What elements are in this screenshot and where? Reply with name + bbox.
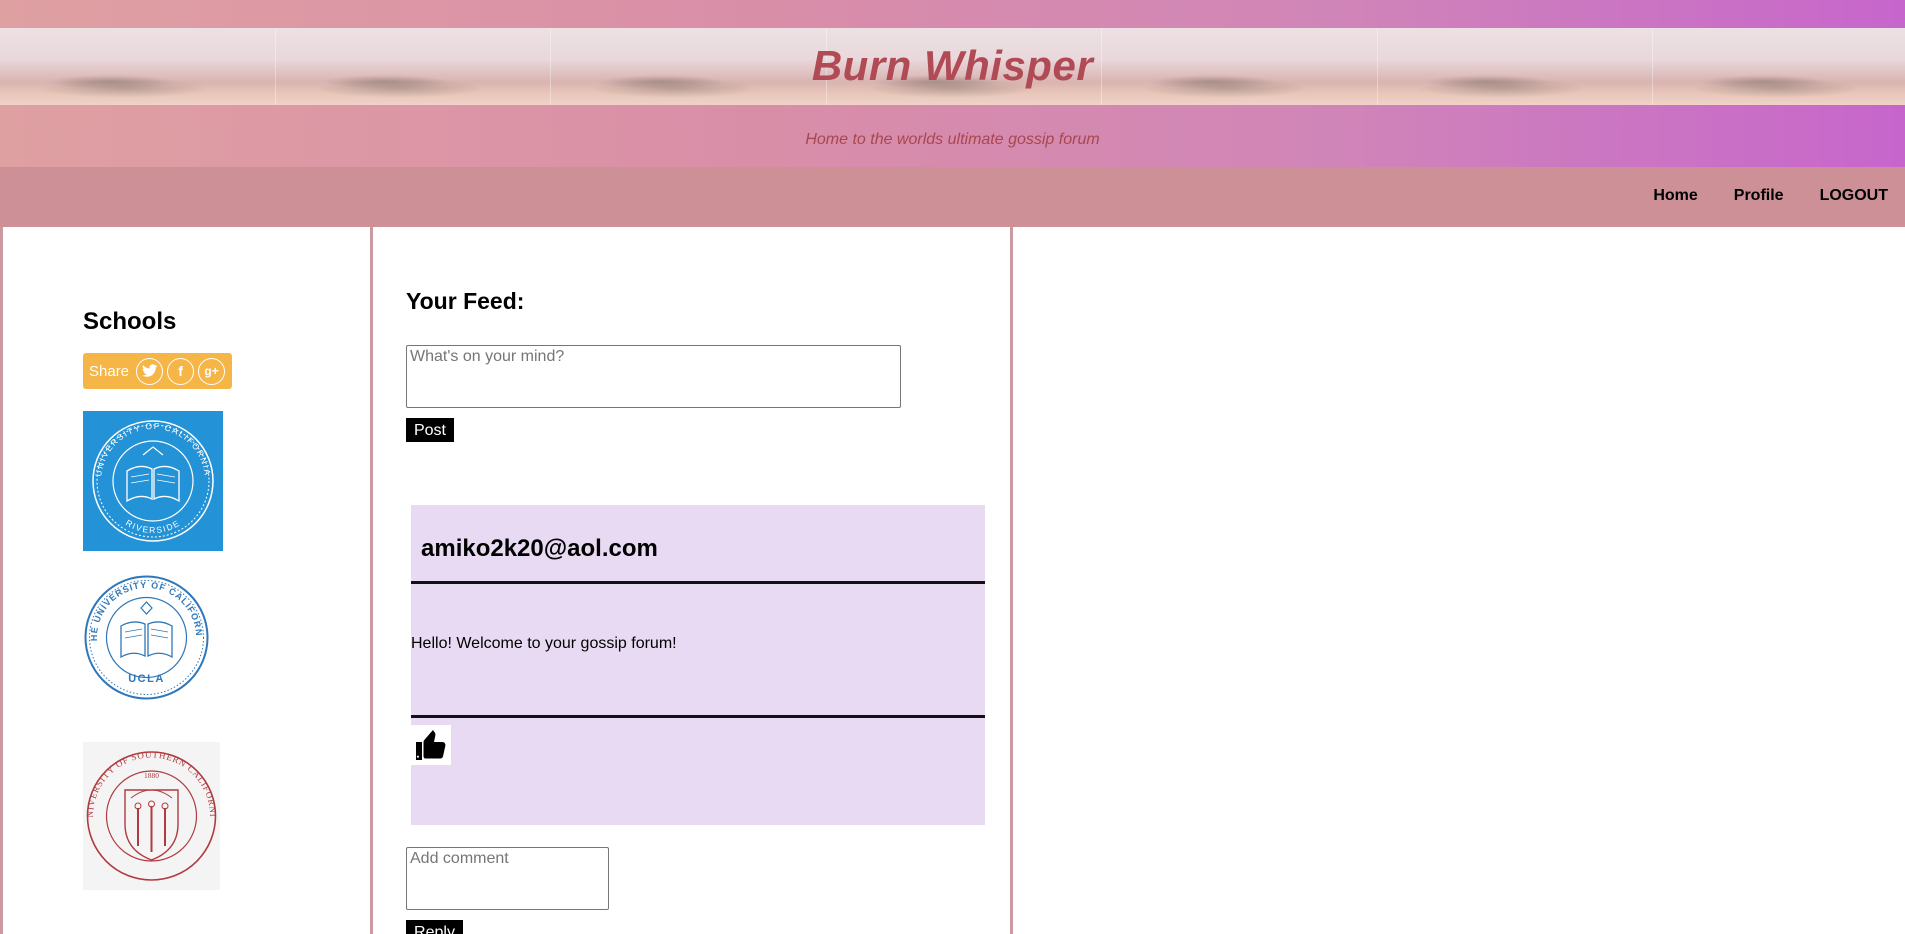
post-divider-bottom <box>411 715 985 718</box>
navbar <box>0 167 1905 227</box>
page: Burn Whisper Home to the worlds ultimate… <box>0 0 1905 934</box>
right-column <box>1013 227 1905 934</box>
google-plus-icon[interactable]: g+ <box>198 357 226 385</box>
thumbs-up-icon[interactable] <box>411 725 451 765</box>
post-button[interactable]: Post <box>406 418 454 442</box>
share-label: Share <box>89 362 130 380</box>
site-title: Burn Whisper <box>811 42 1094 89</box>
usc-seal-image[interactable]: 1880 UNIVERSITY OF SOUTHERN CALIFORNIA <box>79 734 220 890</box>
post-card: amiko2k20@aol.com Hello! Welcome to your… <box>411 505 985 825</box>
post-body: Hello! Welcome to your gossip forum! <box>411 635 677 652</box>
schools-heading: Schools <box>83 308 177 335</box>
svg-text:UNIVERSITY OF CALIFORNIA: UNIVERSITY OF CALIFORNIA <box>93 421 213 477</box>
reply-button[interactable]: Reply <box>406 920 463 934</box>
share-bar: Share f g+ <box>83 353 232 389</box>
nav-home-link[interactable]: Home <box>1653 187 1697 205</box>
main-nav: Home Profile LOGOUT <box>1653 187 1888 205</box>
ucla-seal-image[interactable]: THE UNIVERSITY OF CALIFORNIA UCLA <box>79 566 210 701</box>
post-divider-top <box>411 581 985 584</box>
post-author: amiko2k20@aol.com <box>421 535 658 562</box>
comment-textarea[interactable] <box>406 847 609 910</box>
twitter-icon[interactable] <box>136 357 164 385</box>
ucr-seal-image[interactable]: UNIVERSITY OF CALIFORNIA RIVERSIDE <box>83 411 223 551</box>
feed-title: Your Feed: <box>406 288 525 314</box>
facebook-icon[interactable]: f <box>167 357 195 385</box>
svg-text:UCLA: UCLA <box>128 673 165 685</box>
compose-textarea[interactable] <box>406 345 901 408</box>
nav-logout-link[interactable]: LOGOUT <box>1820 187 1888 205</box>
svg-text:RIVERSIDE: RIVERSIDE <box>124 518 182 535</box>
nav-profile-link[interactable]: Profile <box>1734 187 1784 205</box>
header-top-band <box>0 0 1905 28</box>
tagline: Home to the worlds ultimate gossip forum <box>805 131 1100 148</box>
svg-text:1880: 1880 <box>144 771 159 780</box>
